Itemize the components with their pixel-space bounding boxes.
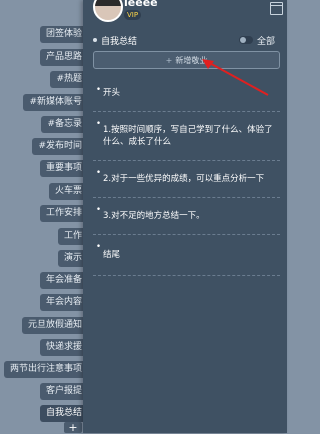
plus-icon: + [165, 56, 173, 65]
tag-item[interactable]: 火车票 [48, 183, 86, 200]
note-item[interactable]: 2.对于一些优异的成绩，可以重点分析一下 [93, 161, 280, 198]
tag-item[interactable]: 两节出行注意事项 [3, 361, 86, 378]
bullet-icon [93, 38, 97, 42]
notes-list: 开头 1.按照时间顺序，写自己学到了什么、体验了什么、成长了什么 2.对于一些优… [93, 78, 280, 276]
tag-item[interactable]: 客户报提 [39, 383, 86, 400]
tag-item[interactable]: #新媒体账号 [23, 94, 86, 111]
new-note-button[interactable]: + 新增敬业 [93, 51, 280, 69]
avatar[interactable] [93, 0, 123, 22]
tag-item[interactable]: 产品思路 [39, 49, 86, 66]
username: leeee [124, 0, 158, 9]
calendar-icon[interactable] [270, 2, 283, 15]
tag-item[interactable]: #备忘录 [41, 116, 86, 133]
tag-item[interactable]: 工作安排 [39, 205, 86, 222]
toggle-switch[interactable] [239, 36, 253, 44]
tag-item[interactable]: #发布时间 [32, 138, 86, 155]
tag-item[interactable]: #热题 [50, 71, 86, 88]
section-header: 自我总结 全部 [93, 34, 283, 48]
tag-item[interactable]: 元旦放假通知 [21, 317, 86, 334]
vip-badge: VIP [124, 10, 142, 20]
tag-item[interactable]: 团签体验 [39, 26, 86, 43]
tag-item[interactable]: 工作 [57, 228, 86, 245]
tag-item[interactable]: 年会内容 [39, 294, 86, 311]
note-item[interactable]: 开头 [93, 78, 280, 112]
section-title: 自我总结 [101, 37, 138, 47]
new-note-label: 新增敬业 [175, 56, 208, 65]
tag-item[interactable]: 演示 [57, 250, 86, 267]
add-tag-button[interactable]: + [64, 422, 82, 433]
note-item[interactable]: 3.对不足的地方总结一下。 [93, 198, 280, 235]
note-item[interactable]: 结尾 [93, 235, 280, 276]
tag-item[interactable]: 重要事项 [39, 160, 86, 177]
tag-item[interactable]: 年会准备 [39, 272, 86, 289]
tag-list: 团签体验 产品思路 #热题 #新媒体账号 #备忘录 #发布时间 重要事项 火车票… [0, 0, 90, 433]
filter-dropdown[interactable]: 全部 [257, 34, 275, 47]
tag-item-active[interactable]: 自我总结 [39, 405, 86, 422]
tag-item[interactable]: 快递求援 [39, 339, 86, 356]
avatar-hair [95, 0, 121, 6]
note-item[interactable]: 1.按照时间顺序，写自己学到了什么、体验了什么、成长了什么 [93, 112, 280, 161]
